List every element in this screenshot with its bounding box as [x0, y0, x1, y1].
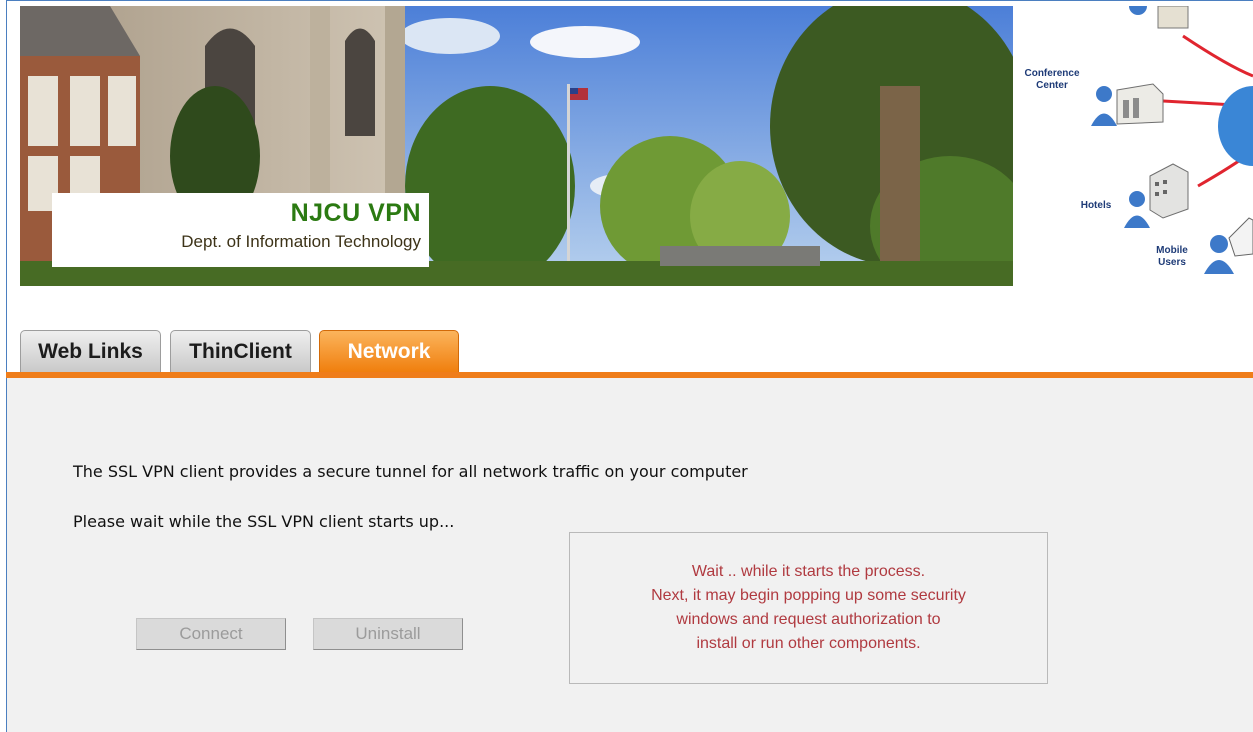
window-border-top — [6, 0, 1253, 1]
tab-thinclient[interactable]: ThinClient — [170, 330, 311, 372]
notice-box: Wait .. while it starts the process. Nex… — [569, 532, 1048, 684]
notice-line: Wait .. while it starts the process. — [691, 563, 926, 580]
site-title: NJCU VPN — [290, 199, 421, 227]
uninstall-button[interactable]: Uninstall — [313, 618, 463, 650]
diagram-label-conference: Conference Center — [1024, 68, 1080, 91]
site-subtitle: Dept. of Information Technology — [181, 232, 421, 251]
network-diagram: Conference Center Hotels Mobile Users — [1013, 6, 1253, 286]
connect-button[interactable]: Connect — [136, 618, 286, 650]
diagram-label-mobile: Mobile Users — [1156, 245, 1188, 268]
notice-line: install or run other components. — [696, 635, 921, 652]
tab-network[interactable]: Network — [319, 330, 459, 372]
tab-web-links[interactable]: Web Links — [20, 330, 161, 372]
notice-line: windows and request authorization to — [676, 611, 941, 628]
logo-box: NJCU VPN Dept. of Information Technology — [52, 193, 429, 267]
vpn-description: The SSL VPN client provides a secure tun… — [73, 462, 748, 481]
vpn-status-message: Please wait while the SSL VPN client sta… — [73, 512, 455, 531]
notice-line: Next, it may begin popping up some secur… — [651, 587, 966, 604]
diagram-label-hotels: Hotels — [1080, 200, 1112, 211]
